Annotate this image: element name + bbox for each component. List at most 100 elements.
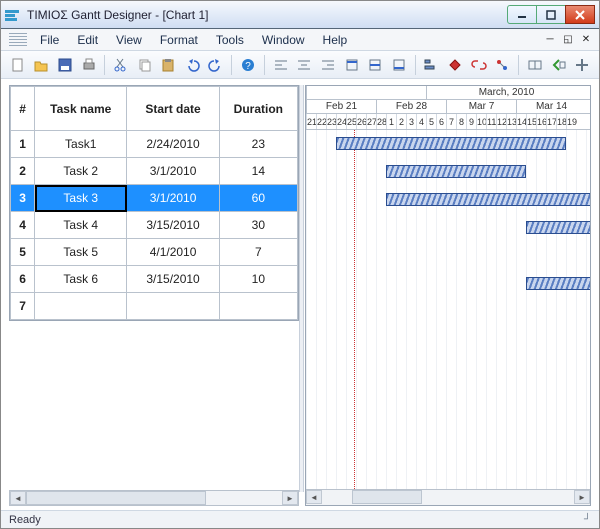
help-icon[interactable]: ? [237,54,259,76]
dependency-icon[interactable] [492,54,514,76]
col-header-taskname[interactable]: Task name [35,87,127,131]
new-icon[interactable] [7,54,29,76]
row-header[interactable]: 3 [11,185,35,212]
cut-icon[interactable] [110,54,132,76]
table-row[interactable]: 1Task12/24/201023 [11,131,298,158]
gantt-bar[interactable] [526,277,590,290]
scroll-left-icon[interactable]: ◄ [10,491,26,505]
zoom-in-icon[interactable] [524,54,546,76]
cell-dur[interactable]: 7 [219,239,297,266]
bars-icon[interactable] [421,54,443,76]
menu-format[interactable]: Format [151,33,207,47]
table-row[interactable]: 7 [11,293,298,320]
print-icon[interactable] [78,54,100,76]
cell-dur[interactable] [219,293,297,320]
cell-start[interactable]: 3/1/2010 [127,185,219,212]
row-header[interactable]: 4 [11,212,35,239]
close-button[interactable] [565,5,595,24]
align-center-icon[interactable] [294,54,316,76]
scroll-left-icon[interactable]: ◄ [306,490,322,504]
cell-dur[interactable]: 23 [219,131,297,158]
chart-horizontal-scrollbar[interactable]: ◄ ► [306,489,590,505]
gantt-bar[interactable] [386,165,526,178]
mdi-minimize-button[interactable]: ─ [543,33,557,46]
table-row[interactable]: 5Task 54/1/20107 [11,239,298,266]
open-icon[interactable] [31,54,53,76]
day-header: 28 [376,114,386,130]
day-header: 7 [446,114,456,130]
save-icon[interactable] [54,54,76,76]
paste-icon[interactable] [158,54,180,76]
cell-dur[interactable]: 10 [219,266,297,293]
mdi-close-button[interactable]: ✕ [579,33,593,46]
menu-help[interactable]: Help [314,33,357,47]
menu-file[interactable]: File [31,33,68,47]
redo-icon[interactable] [205,54,227,76]
gantt-bar[interactable] [386,193,590,206]
minimize-button[interactable] [507,5,537,24]
milestone-icon[interactable] [444,54,466,76]
scroll-thumb[interactable] [352,490,422,504]
cell-start[interactable]: 3/15/2010 [127,212,219,239]
day-header: 27 [366,114,376,130]
cell-name[interactable]: Task1 [35,131,127,158]
day-header: 3 [406,114,416,130]
fit-icon[interactable] [571,54,593,76]
row-header[interactable]: 2 [11,158,35,185]
cell-dur[interactable]: 14 [219,158,297,185]
day-header: 15 [526,114,536,130]
table-row[interactable]: 6Task 63/15/201010 [11,266,298,293]
undo-icon[interactable] [181,54,203,76]
gantt-bar[interactable] [336,137,566,150]
row-header[interactable]: 1 [11,131,35,158]
table-row[interactable]: 4Task 43/15/201030 [11,212,298,239]
cell-name[interactable]: Task 5 [35,239,127,266]
task-grid[interactable]: # Task name Start date Duration 1Task12/… [9,85,299,321]
cell-name[interactable]: Task 6 [35,266,127,293]
align-bottom-icon[interactable] [388,54,410,76]
cell-start[interactable]: 3/15/2010 [127,266,219,293]
row-header[interactable]: 6 [11,266,35,293]
align-right-icon[interactable] [317,54,339,76]
menu-view[interactable]: View [107,33,151,47]
cell-start[interactable]: 2/24/2010 [127,131,219,158]
cell-start[interactable] [127,293,219,320]
gantt-chart-canvas[interactable] [306,130,590,489]
pane-splitter[interactable] [299,85,304,492]
menu-tools[interactable]: Tools [207,33,253,47]
col-header-index[interactable]: # [11,87,35,131]
menu-window[interactable]: Window [253,33,314,47]
resize-grip-icon[interactable]: ┘ [584,514,591,525]
scroll-thumb[interactable] [26,491,206,505]
cell-start[interactable]: 3/1/2010 [127,158,219,185]
maximize-button[interactable] [536,5,566,24]
scroll-right-icon[interactable]: ► [282,491,298,505]
link-icon[interactable] [468,54,490,76]
week-header: Feb 21 [306,100,376,113]
col-header-startdate[interactable]: Start date [127,87,219,131]
cell-name[interactable]: Task 3 [35,185,127,212]
zoom-out-icon[interactable] [548,54,570,76]
cell-name[interactable]: Task 4 [35,212,127,239]
row-header[interactable]: 5 [11,239,35,266]
table-row[interactable]: 2Task 23/1/201014 [11,158,298,185]
row-header[interactable]: 7 [11,293,35,320]
gantt-bar[interactable] [526,221,590,234]
mdi-restore-button[interactable]: ◱ [561,33,575,46]
align-middle-icon[interactable] [364,54,386,76]
col-header-duration[interactable]: Duration [219,87,297,131]
cell-name[interactable]: Task 2 [35,158,127,185]
table-row[interactable]: 3Task 33/1/201060 [11,185,298,212]
align-top-icon[interactable] [341,54,363,76]
cell-dur[interactable]: 30 [219,212,297,239]
cell-start[interactable]: 4/1/2010 [127,239,219,266]
align-left-icon[interactable] [270,54,292,76]
scroll-right-icon[interactable]: ► [574,490,590,504]
day-header: 17 [546,114,556,130]
menu-edit[interactable]: Edit [68,33,107,47]
week-header: Feb 28 [376,100,446,113]
cell-name[interactable] [35,293,127,320]
copy-icon[interactable] [134,54,156,76]
grid-horizontal-scrollbar[interactable]: ◄ ► [9,490,299,506]
cell-dur[interactable]: 60 [219,185,297,212]
